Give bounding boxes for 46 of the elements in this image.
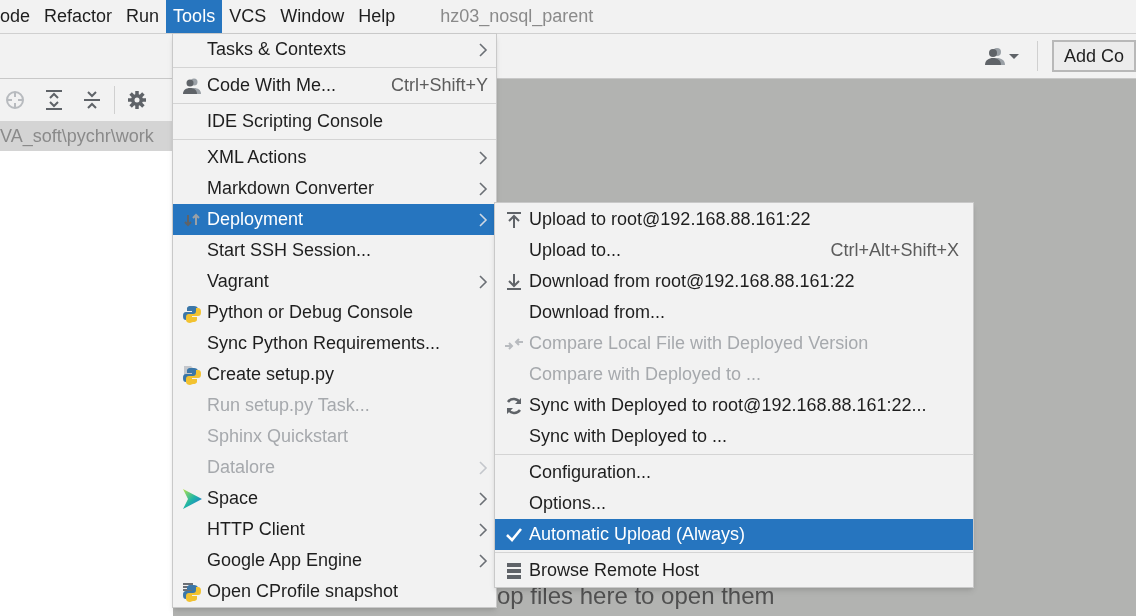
settings-icon[interactable] bbox=[127, 90, 147, 110]
checkmark-icon bbox=[505, 526, 523, 543]
menu-item[interactable]: Sync with Deployed to ... bbox=[495, 421, 973, 452]
menu-bar-item[interactable]: Help bbox=[351, 0, 403, 33]
python-icon bbox=[181, 363, 203, 386]
space-logo-icon bbox=[181, 487, 203, 510]
python-icon bbox=[181, 580, 203, 603]
menu-bar-item[interactable]: Window bbox=[273, 0, 352, 33]
menu-item[interactable]: Create setup.py bbox=[173, 359, 496, 390]
menu-bar-item[interactable]: ode bbox=[0, 0, 38, 33]
menu-item[interactable]: Download from root@192.168.88.161:22 bbox=[495, 266, 973, 297]
upload-icon bbox=[505, 210, 523, 229]
menu-item[interactable]: Deployment bbox=[173, 204, 496, 235]
menu-item[interactable]: HTTP Client bbox=[173, 514, 496, 545]
menu-item[interactable]: Markdown Converter bbox=[173, 173, 496, 204]
menu-item[interactable]: Upload to... Ctrl+Alt+Shift+X bbox=[495, 235, 973, 266]
expand-all-icon[interactable] bbox=[44, 89, 64, 111]
menu-item[interactable]: Code With Me... Ctrl+Shift+Y bbox=[173, 70, 496, 101]
menu-bar-item[interactable]: Tools bbox=[166, 0, 223, 33]
window-title: hz03_nosql_parent bbox=[440, 5, 594, 29]
server-icon bbox=[505, 561, 523, 580]
menu-item[interactable]: Start SSH Session... bbox=[173, 235, 496, 266]
menu-item[interactable]: Sync with Deployed to root@192.168.88.161:22... bbox=[495, 390, 973, 421]
menu-item[interactable]: Sync Python Requirements... bbox=[173, 328, 496, 359]
menu-item[interactable]: Python or Debug Console bbox=[173, 297, 496, 328]
add-configuration-button[interactable]: Add Co bbox=[1051, 40, 1136, 72]
menu-item[interactable]: Open CProfile snapshot bbox=[173, 576, 496, 607]
menu-item[interactable]: Configuration... bbox=[495, 457, 973, 488]
menu-item[interactable]: Google App Engine bbox=[173, 545, 496, 576]
menu-bar-item[interactable]: VCS bbox=[222, 0, 274, 33]
menu-item[interactable]: XML Actions bbox=[173, 142, 496, 173]
collapse-all-icon[interactable] bbox=[82, 89, 102, 111]
project-path: VA_soft\pychr\work bbox=[0, 124, 154, 149]
menu-item[interactable]: Download from... bbox=[495, 297, 973, 328]
menu-item[interactable]: Vagrant bbox=[173, 266, 496, 297]
menu-bar-item[interactable]: Refactor bbox=[37, 0, 120, 33]
menu-item[interactable]: Upload to root@192.168.88.161:22 bbox=[495, 204, 973, 235]
menu-item[interactable]: Automatic Upload (Always) bbox=[495, 519, 973, 550]
people-icon bbox=[182, 76, 202, 95]
menu-item[interactable]: IDE Scripting Console bbox=[173, 106, 496, 137]
menu-item[interactable]: Space bbox=[173, 483, 496, 514]
download-icon bbox=[505, 272, 523, 291]
menu-item[interactable]: Tasks & Contexts bbox=[173, 34, 496, 65]
menu-item[interactable]: Options... bbox=[495, 488, 973, 519]
sync-icon bbox=[504, 395, 524, 416]
menu-bar-item[interactable]: Run bbox=[119, 0, 167, 33]
